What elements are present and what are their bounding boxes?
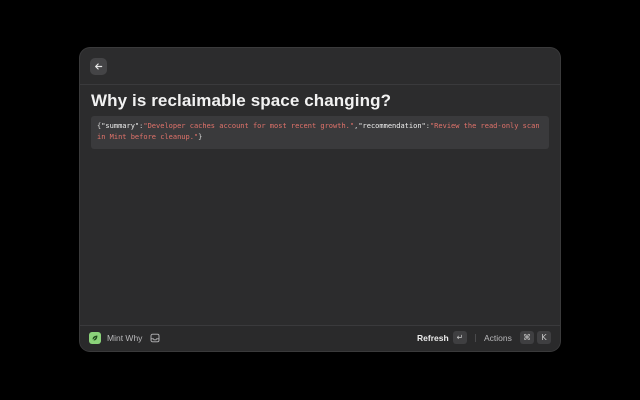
arrow-left-icon	[94, 62, 103, 71]
enter-key-hint: ↵	[453, 331, 467, 344]
json-output-block: {"summary":"Developer caches account for…	[91, 116, 549, 149]
json-recommendation-key: "recommendation"	[358, 122, 426, 130]
refresh-action[interactable]: Refresh	[417, 333, 449, 343]
inbox-tray-icon[interactable]	[149, 332, 160, 343]
json-summary-key: "summary"	[101, 122, 140, 130]
mint-app-icon	[89, 332, 101, 344]
action-separator	[475, 334, 476, 342]
json-close-brace: }	[198, 133, 203, 141]
page-title: Why is reclaimable space changing?	[91, 91, 392, 110]
actions-menu-button[interactable]: Actions	[484, 333, 512, 343]
top-bar	[80, 48, 560, 85]
extension-window: Why is reclaimable space changing? {"sum…	[80, 48, 560, 351]
k-key-hint: K	[537, 331, 551, 344]
back-button[interactable]	[90, 58, 107, 75]
app-name: Mint Why	[107, 333, 143, 343]
json-summary-value: "Developer caches account for most recen…	[143, 122, 355, 130]
action-bar: Mint Why Refresh ↵ Actions ⌘ K	[80, 325, 560, 351]
command-key-hint: ⌘	[520, 331, 534, 344]
